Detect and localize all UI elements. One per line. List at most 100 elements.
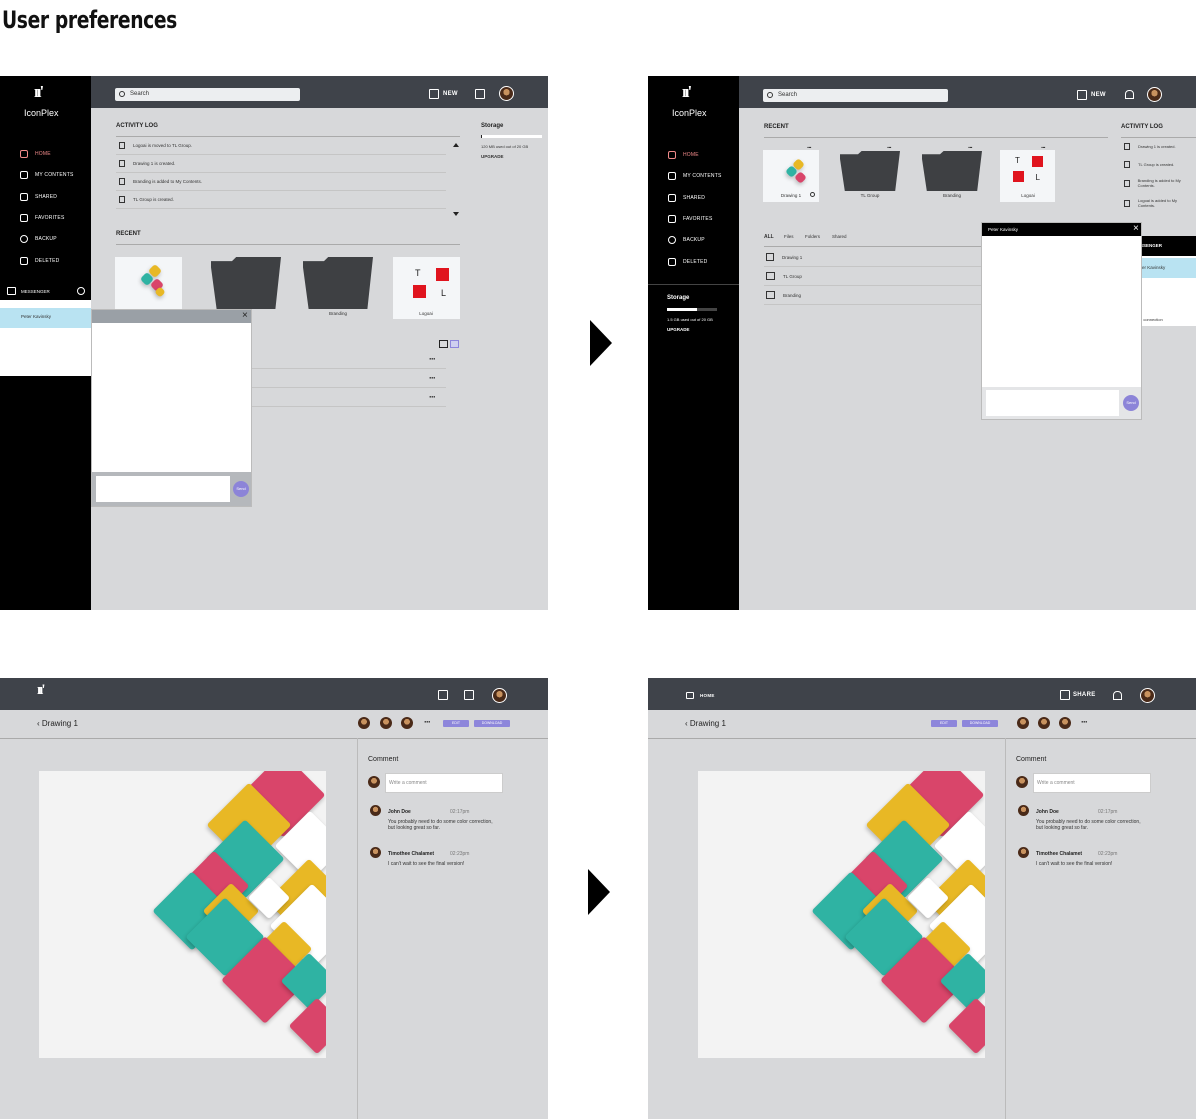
home-link[interactable]: HOME xyxy=(700,693,715,698)
tile-branding[interactable] xyxy=(922,151,982,191)
more-icon[interactable]: ··· xyxy=(968,145,973,152)
nav-backup[interactable]: BACKUP xyxy=(668,236,705,244)
nav-my-contents[interactable]: MY CONTENTS xyxy=(668,172,722,180)
share-button[interactable]: SHARE xyxy=(1073,692,1096,698)
activity-item: Branding is added to My Contents. xyxy=(1124,178,1194,188)
activity-item: TL Group is created. xyxy=(1124,161,1194,168)
comment-author: John Doe xyxy=(388,809,411,815)
add-connection-link[interactable]: d connection xyxy=(1140,317,1163,322)
new-icon[interactable] xyxy=(429,89,439,99)
logo-icon: ıı' xyxy=(37,682,45,698)
contact-peter[interactable]: er Kavinsky xyxy=(1140,258,1196,278)
sidebar: ıı' IconPlex HOME MY CONTENTS SHARED FAV… xyxy=(0,76,91,610)
tile-tl-group[interactable] xyxy=(211,257,281,309)
bell-icon[interactable] xyxy=(1125,90,1134,99)
contact-peter[interactable]: Peter Kavinsky xyxy=(0,308,91,328)
comment-input[interactable]: Write a comment xyxy=(385,773,503,793)
filter-files[interactable]: Files xyxy=(784,234,794,239)
upgrade-link[interactable]: UPGRADE xyxy=(667,327,690,332)
user-avatar[interactable] xyxy=(499,86,514,101)
share-icon[interactable] xyxy=(1060,690,1070,700)
more-icon[interactable]: ··· xyxy=(429,354,436,364)
comment-author: Timothee Chalamet xyxy=(1036,851,1083,857)
search-input[interactable]: Search xyxy=(763,89,948,102)
file-row[interactable]: Drawing 1 xyxy=(766,253,802,261)
more-icon[interactable]: ··· xyxy=(429,373,436,383)
more-icon[interactable]: ··· xyxy=(807,145,812,152)
file-row[interactable]: Branding xyxy=(766,291,801,299)
tile-tl-group[interactable] xyxy=(840,151,900,191)
scroll-up-icon[interactable] xyxy=(453,143,459,147)
new-message-icon[interactable] xyxy=(77,287,85,295)
new-button[interactable]: NEW xyxy=(443,91,458,97)
more-icon[interactable]: ··· xyxy=(429,392,436,402)
upgrade-link[interactable]: UPGRADE xyxy=(481,154,504,159)
home-icon[interactable] xyxy=(686,692,694,699)
nav-home[interactable]: HOME xyxy=(668,151,699,159)
nav-shared[interactable]: SHARED xyxy=(20,193,57,201)
drawing-canvas[interactable] xyxy=(698,771,985,1058)
search-input[interactable]: Search xyxy=(115,88,300,101)
storage-bar xyxy=(667,308,717,311)
nav-backup[interactable]: BACKUP xyxy=(20,235,57,243)
chat-input[interactable] xyxy=(96,476,230,502)
messenger-title: SSENGER xyxy=(1140,243,1163,248)
user-avatar[interactable] xyxy=(492,688,507,703)
more-icon[interactable]: ··· xyxy=(424,717,431,727)
send-button[interactable]: Send xyxy=(1123,395,1139,411)
close-icon[interactable]: × xyxy=(1133,223,1139,234)
external-link-icon[interactable] xyxy=(438,690,448,700)
app-name: IconPlex xyxy=(24,108,59,118)
collaborator-avatar xyxy=(1017,717,1029,729)
download-button[interactable]: DOWNLOAD xyxy=(474,720,510,727)
filter-all[interactable]: ALL xyxy=(764,234,774,240)
back-button[interactable]: ‹ Drawing 1 xyxy=(37,719,78,728)
nav-favorites[interactable]: FAVORITES xyxy=(20,214,65,222)
comment-time: 02:17pm xyxy=(450,809,470,815)
heart-icon[interactable] xyxy=(810,192,815,197)
more-icon[interactable]: ··· xyxy=(1081,717,1088,727)
new-button[interactable]: NEW xyxy=(1091,92,1106,98)
download-button[interactable]: DOWNLOAD xyxy=(962,720,998,727)
send-button[interactable]: Send xyxy=(233,481,249,497)
comment-title: Comment xyxy=(368,756,399,763)
file-icon xyxy=(119,160,125,167)
nav-shared[interactable]: SHARED xyxy=(668,194,705,202)
edit-button[interactable]: EDIT xyxy=(931,720,957,727)
nav-home[interactable]: HOME xyxy=(20,150,51,158)
filter-shared[interactable]: Shared xyxy=(832,234,847,239)
nav-my-contents[interactable]: MY CONTENTS xyxy=(20,171,74,179)
nav-deleted[interactable]: DELETED xyxy=(20,257,59,265)
user-avatar[interactable] xyxy=(1140,688,1155,703)
folder-icon xyxy=(1124,161,1130,168)
activity-item: Branding is added to My Contents. xyxy=(119,178,202,185)
more-icon[interactable]: ··· xyxy=(1041,145,1046,152)
grid-view-icon[interactable] xyxy=(439,340,448,348)
back-button[interactable]: ‹ Drawing 1 xyxy=(685,719,726,728)
file-row[interactable]: TL Group xyxy=(766,272,802,280)
close-icon[interactable]: × xyxy=(242,310,248,321)
nav-favorites[interactable]: FAVORITES xyxy=(668,215,713,223)
filter-folders[interactable]: Folders xyxy=(805,234,820,239)
people-icon xyxy=(20,193,28,201)
nav-deleted[interactable]: DELETED xyxy=(668,258,707,266)
list-view-icon[interactable] xyxy=(450,340,459,348)
more-icon[interactable]: ··· xyxy=(887,145,892,152)
commenter-avatar xyxy=(368,776,380,788)
new-icon[interactable] xyxy=(1077,90,1087,100)
user-avatar[interactable] xyxy=(1147,87,1162,102)
share-icon[interactable] xyxy=(475,89,485,99)
bell-icon[interactable] xyxy=(1113,691,1122,700)
file-icon xyxy=(766,253,774,261)
comment-text: I can't wait to see the final version! xyxy=(1036,861,1113,867)
heart-icon xyxy=(668,215,676,223)
drawing-canvas[interactable] xyxy=(39,771,326,1058)
tile-branding[interactable] xyxy=(303,257,373,309)
scroll-down-icon[interactable] xyxy=(453,212,459,216)
heart-icon xyxy=(20,214,28,222)
share-icon[interactable] xyxy=(464,690,474,700)
chat-input[interactable] xyxy=(986,390,1119,416)
comment-input[interactable]: Write a comment xyxy=(1033,773,1151,793)
storage-used: 120 MB used out of 20 GB xyxy=(481,144,529,149)
edit-button[interactable]: EDIT xyxy=(443,720,469,727)
